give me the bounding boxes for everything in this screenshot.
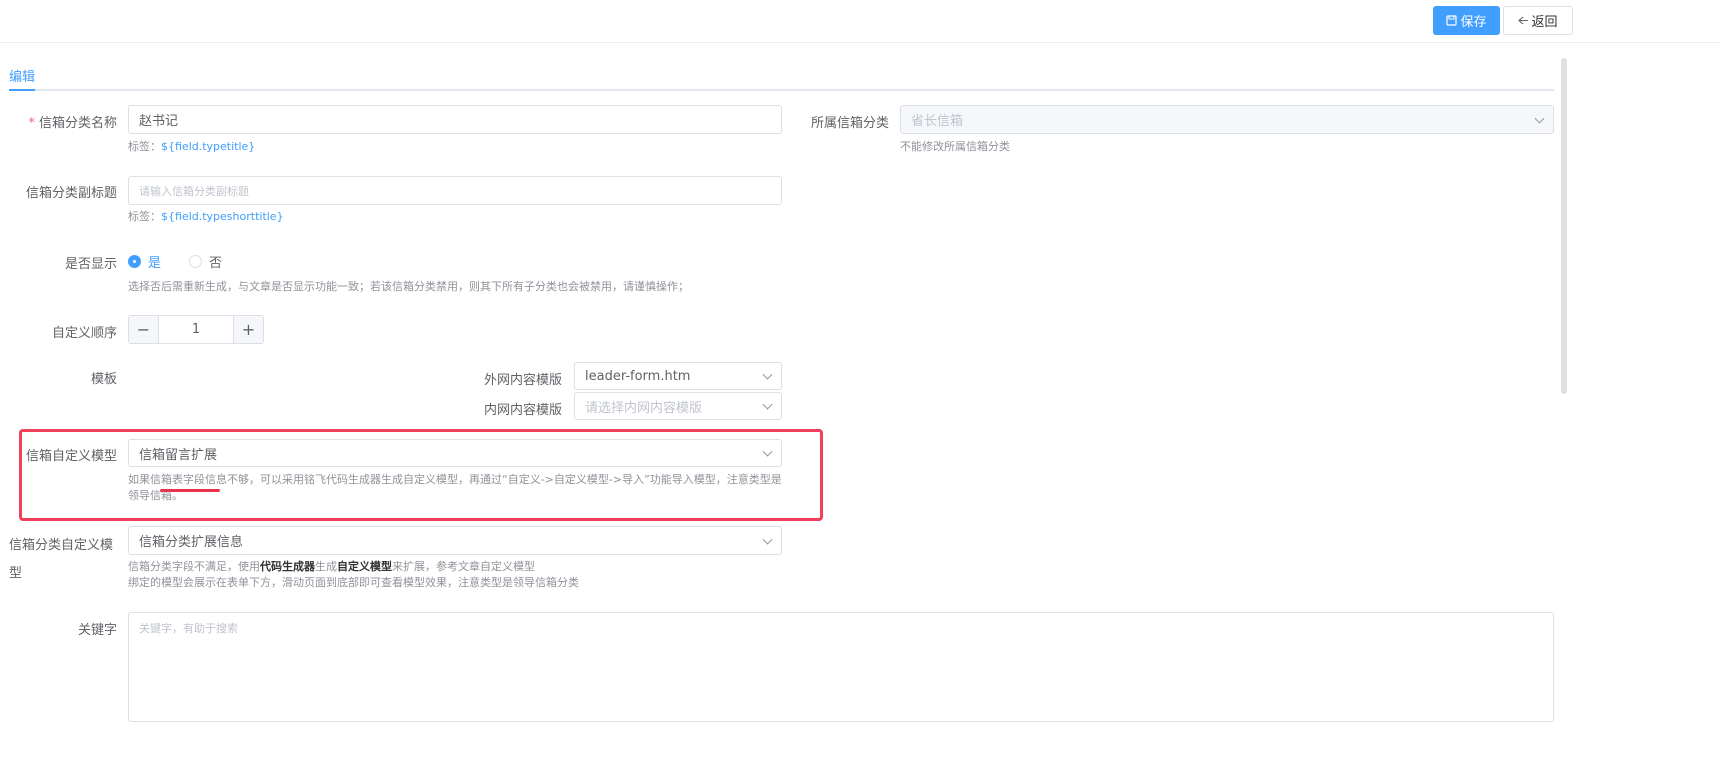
decrement-button[interactable]: − xyxy=(129,316,159,343)
name-input[interactable]: 赵书记 xyxy=(128,105,782,134)
tab-active-indicator xyxy=(9,89,35,91)
name-hint-field: ${field.typetitle} xyxy=(161,140,256,153)
inner-template-select[interactable]: 请选择内网内容模版 xyxy=(574,392,782,420)
save-icon xyxy=(1446,15,1458,26)
display-no-radio[interactable]: 否 xyxy=(189,252,222,271)
parent-hint: 不能修改所属信箱分类 xyxy=(900,140,1010,153)
subtitle-hint: 标签：${field.typeshorttitle} xyxy=(128,209,284,225)
name-hint: 标签：${field.typetitle} xyxy=(128,139,255,155)
back-button[interactable]: 返回 xyxy=(1503,6,1573,35)
category-model-hint-2: 绑定的模型会展示在表单下方，滑动页面到底部即可查看模型效果，注意类型是领导信箱分… xyxy=(128,576,579,589)
display-hint: 选择否后需重新生成，与文章是否显示功能一致；若该信箱分类禁用，则其下所有子分类也… xyxy=(128,280,689,293)
keywords-textarea[interactable]: 关键字，有助于搜索 xyxy=(128,612,1554,722)
subtitle-placeholder: 请输入信箱分类副标题 xyxy=(139,184,249,198)
hint1-text-e: 来扩展，参考文章自定义模型 xyxy=(392,560,535,573)
radio-unchecked-icon xyxy=(189,255,202,268)
chevron-down-icon xyxy=(762,446,773,457)
mailbox-model-label: 信箱自定义模型 xyxy=(25,449,117,464)
category-model-label-line2: 型 xyxy=(9,566,23,581)
chevron-down-icon xyxy=(762,399,773,410)
chevron-down-icon xyxy=(1534,113,1545,124)
category-model-value: 信箱分类扩展信息 xyxy=(139,535,244,550)
outer-template-label: 外网内容模版 xyxy=(483,373,562,388)
inner-template-label: 内网内容模版 xyxy=(483,403,562,418)
category-model-label-line1: 信箱分类自定义模 xyxy=(9,538,114,553)
increment-button[interactable]: + xyxy=(233,316,263,343)
tab-edit[interactable]: 编辑 xyxy=(9,66,35,85)
display-label: 是否显示 xyxy=(64,257,117,272)
outer-template-value: leader-form.htm xyxy=(585,368,691,384)
subtitle-label: 信箱分类副标题 xyxy=(25,186,117,201)
radio-checked-icon xyxy=(128,255,141,268)
category-model-hint-1: 信箱分类字段不满足，使用代码生成器生成自定义模型来扩展，参考文章自定义模型 xyxy=(128,559,535,575)
order-stepper: − 1 + xyxy=(128,315,264,344)
category-model-select[interactable]: 信箱分类扩展信息 xyxy=(128,526,782,555)
tab-bar-divider xyxy=(9,89,1554,91)
mailbox-model-select[interactable]: 信箱留言扩展 xyxy=(128,439,782,467)
chevron-down-icon xyxy=(762,369,773,380)
name-value: 赵书记 xyxy=(139,114,179,129)
highlight-underline xyxy=(160,489,220,492)
subtitle-input[interactable]: 请输入信箱分类副标题 xyxy=(128,176,782,205)
template-label: 模板 xyxy=(90,372,117,387)
hint1-text-b: 代码生成器 xyxy=(260,560,315,573)
name-label-text: 信箱分类名称 xyxy=(38,116,117,131)
mailbox-model-hint: 如果信箱表字段信息不够，可以采用铭飞代码生成器生成自定义模型，再通过“自定义->… xyxy=(128,473,782,502)
save-label: 保存 xyxy=(1460,15,1487,30)
hint1-text-a: 信箱分类字段不满足，使用 xyxy=(128,560,260,573)
mailbox-model-value: 信箱留言扩展 xyxy=(139,447,218,463)
outer-template-select[interactable]: leader-form.htm xyxy=(574,362,782,390)
back-label: 返回 xyxy=(1531,15,1558,30)
required-mark: * xyxy=(28,116,35,131)
keywords-label: 关键字 xyxy=(77,623,117,638)
keywords-placeholder: 关键字，有助于搜索 xyxy=(139,622,238,635)
parent-select: 省长信箱 xyxy=(900,105,1554,134)
name-label: * 信箱分类名称 xyxy=(20,112,117,131)
back-arrow-icon xyxy=(1518,16,1529,25)
parent-label: 所属信箱分类 xyxy=(810,116,889,131)
hint1-text-d: 自定义模型 xyxy=(337,560,392,573)
top-toolbar: 保存 返回 xyxy=(0,0,1720,43)
hint1-text-c: 生成 xyxy=(315,560,337,573)
display-yes-radio[interactable]: 是 xyxy=(128,252,161,271)
save-button[interactable]: 保存 xyxy=(1433,6,1500,35)
order-value[interactable]: 1 xyxy=(159,316,233,343)
parent-value: 省长信箱 xyxy=(911,114,964,129)
scrollbar[interactable] xyxy=(1561,58,1567,394)
order-label: 自定义顺序 xyxy=(51,326,117,341)
subtitle-hint-field: ${field.typeshorttitle} xyxy=(161,210,284,223)
category-model-label: 信箱分类自定义模型 xyxy=(9,532,113,588)
display-yes-label: 是 xyxy=(148,256,162,271)
subtitle-hint-prefix: 标签： xyxy=(128,210,161,223)
chevron-down-icon xyxy=(762,534,773,545)
display-no-label: 否 xyxy=(209,256,223,271)
name-hint-prefix: 标签： xyxy=(128,140,161,153)
inner-template-placeholder: 请选择内网内容模版 xyxy=(585,400,703,416)
